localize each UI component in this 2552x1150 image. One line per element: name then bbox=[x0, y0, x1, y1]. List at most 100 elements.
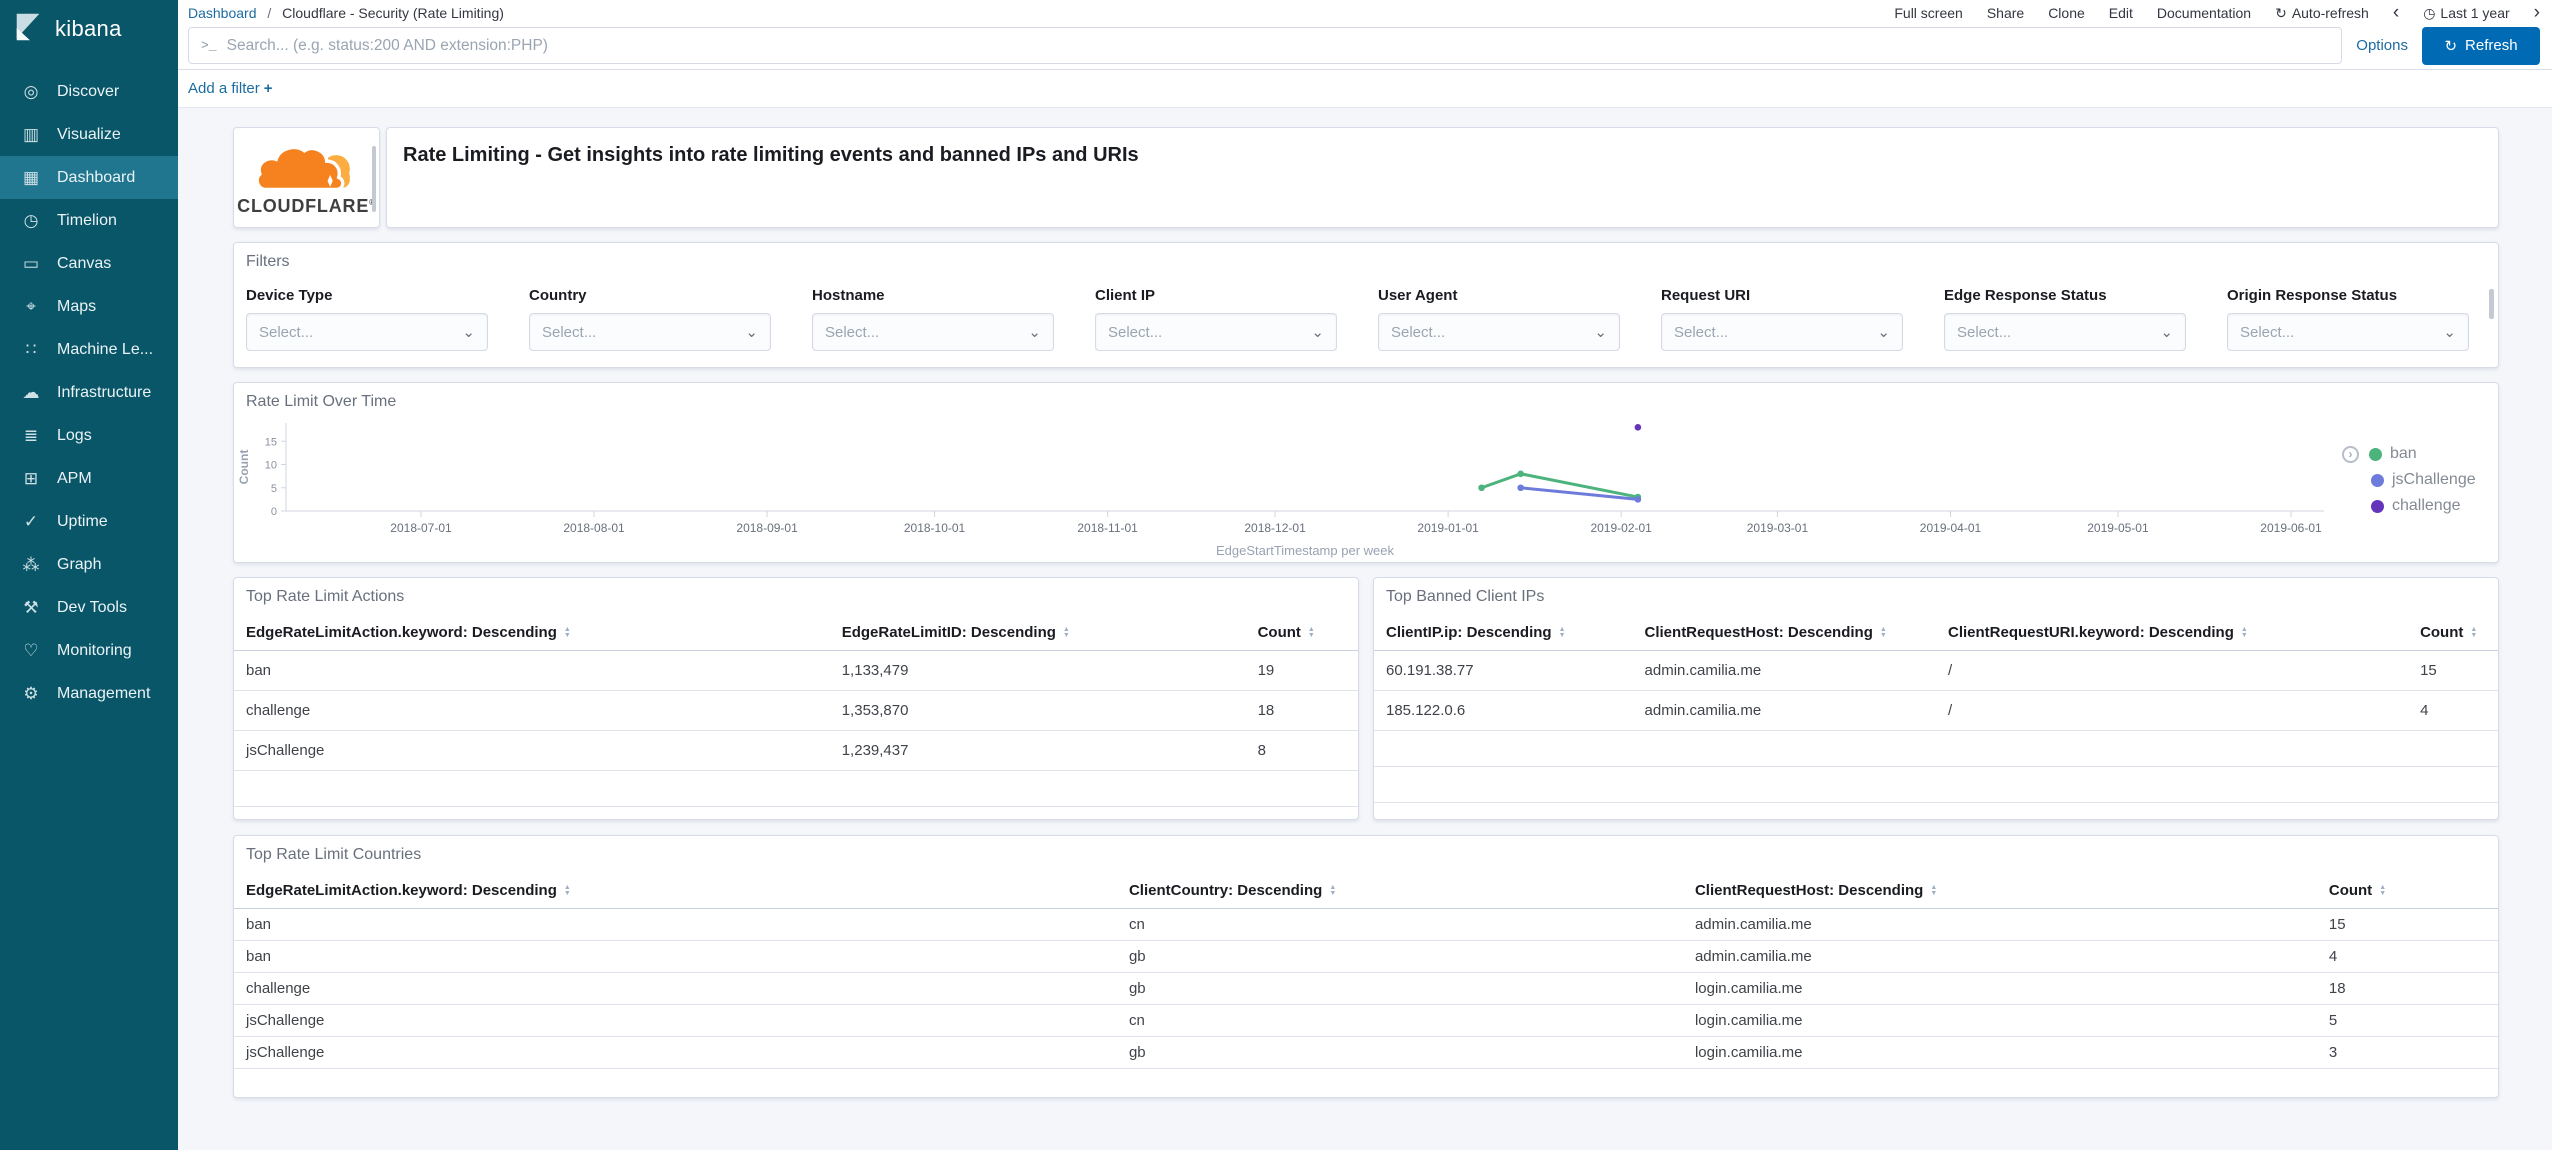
sidebar-item-uptime[interactable]: ✓ Uptime bbox=[0, 500, 178, 543]
filter-select-user-agent[interactable]: Select... ⌄ bbox=[1378, 313, 1620, 351]
column-header-clientcountry-descending[interactable]: ClientCountry: Descending ▲ ▼ bbox=[1116, 870, 1683, 909]
dashboard-title-panel: Rate Limiting - Get insights into rate l… bbox=[386, 127, 2499, 228]
menu-clone[interactable]: Clone bbox=[2048, 5, 2085, 21]
filter-select-edge-response-status[interactable]: Select... ⌄ bbox=[1944, 313, 2186, 351]
rate-limit-chart-panel: Rate Limit Over Time 0 5 10 15 2018-07-01 201… bbox=[233, 382, 2499, 563]
column-header-edgeratelimitaction-keyword-descending[interactable]: EdgeRateLimitAction.keyword: Descending ▲… bbox=[234, 612, 830, 651]
sidebar-item-infrastructure[interactable]: ☁ Infrastructure bbox=[0, 371, 178, 414]
filters-panel-title: Filters bbox=[246, 253, 290, 270]
sidebar-item-canvas[interactable]: ▭ Canvas bbox=[0, 242, 178, 285]
column-header-count[interactable]: Count ▲ ▼ bbox=[2408, 612, 2498, 651]
table-cell: 1,239,437 bbox=[829, 730, 1246, 771]
sidebar-item-timelion[interactable]: ◷ Timelion bbox=[0, 199, 178, 242]
sidebar-item-apm[interactable]: ⊞ APM bbox=[0, 457, 178, 500]
breadcrumb-dashboard-link[interactable]: Dashboard bbox=[188, 5, 257, 21]
svg-text:2018-07-01: 2018-07-01 bbox=[390, 521, 452, 535]
sidebar-item-discover[interactable]: ◎ Discover bbox=[0, 70, 178, 113]
add-filter-link[interactable]: Add a filter + bbox=[188, 80, 272, 97]
table-cell: 19 bbox=[1245, 650, 1358, 691]
chart-legend: › ban jsChallenge challenge bbox=[2342, 441, 2476, 519]
svg-text:2018-08-01: 2018-08-01 bbox=[563, 521, 625, 535]
sidebar-item-maps[interactable]: ⌖ Maps bbox=[0, 285, 178, 328]
svg-text:2019-06-01: 2019-06-01 bbox=[2260, 521, 2322, 535]
sidebar-item-graph[interactable]: ⁂ Graph bbox=[0, 543, 178, 586]
column-header-count[interactable]: Count ▲ ▼ bbox=[2316, 870, 2498, 909]
column-header-count[interactable]: Count ▲ ▼ bbox=[1245, 612, 1358, 651]
table-cell: jsChallenge bbox=[234, 1004, 1117, 1037]
menu-full-screen[interactable]: Full screen bbox=[1894, 5, 1962, 21]
sidebar-item-machine-learning[interactable]: ∷ Machine Le... bbox=[0, 328, 178, 371]
panel-scrollbar[interactable] bbox=[2489, 289, 2494, 319]
sort-icon: ▲ ▼ bbox=[2379, 884, 2387, 898]
column-header-clientrequesturi-keyword-descending[interactable]: ClientRequestURI.keyword: Descending ▲ ▼ bbox=[1935, 612, 2409, 651]
filter-select-client-ip[interactable]: Select... ⌄ bbox=[1095, 313, 1337, 351]
select-placeholder: Select... bbox=[1108, 323, 1163, 341]
legend-item-challenge[interactable]: challenge bbox=[2342, 493, 2476, 519]
svg-text:2018-12-01: 2018-12-01 bbox=[1244, 521, 1306, 535]
time-picker-button[interactable]: ◷ Last 1 year bbox=[2423, 5, 2509, 22]
time-forward-chevron-icon[interactable]: › bbox=[2534, 3, 2540, 22]
sidebar-item-label: Machine Le... bbox=[57, 340, 154, 358]
sidebar-item-monitoring[interactable]: ♡ Monitoring bbox=[0, 629, 178, 672]
column-header-clientrequesthost-descending[interactable]: ClientRequestHost: Descending ▲ ▼ bbox=[1682, 870, 2317, 909]
legend-item-ban[interactable]: › ban bbox=[2342, 441, 2476, 467]
sidebar-item-visualize[interactable]: ▥ Visualize bbox=[0, 113, 178, 156]
filter-select-origin-response-status[interactable]: Select... ⌄ bbox=[2227, 313, 2469, 351]
table-row: 185.122.0.6 admin.camilia.me/4 bbox=[1374, 690, 2498, 731]
table-cell: cn bbox=[1116, 1004, 1683, 1037]
column-header-edgeratelimitid-descending[interactable]: EdgeRateLimitID: Descending ▲ ▼ bbox=[829, 612, 1246, 651]
sidebar-item-management[interactable]: ⚙ Management bbox=[0, 672, 178, 715]
filter-select-device-type[interactable]: Select... ⌄ bbox=[246, 313, 488, 351]
apm-traces-icon: ⊞ bbox=[23, 468, 39, 488]
log-scroll-icon: ≣ bbox=[23, 425, 39, 445]
sidebar-item-dashboard[interactable]: ▦ Dashboard bbox=[0, 156, 178, 199]
sidebar-item-logs[interactable]: ≣ Logs bbox=[0, 414, 178, 457]
menu-documentation[interactable]: Documentation bbox=[2157, 5, 2251, 21]
dashboard-content: CLOUDFLARE® Rate Limiting - Get insights… bbox=[178, 108, 2552, 1150]
filter-select-hostname[interactable]: Select... ⌄ bbox=[812, 313, 1054, 351]
filter-select-request-uri[interactable]: Select... ⌄ bbox=[1661, 313, 1903, 351]
filter-label: User Agent bbox=[1378, 287, 1458, 304]
filter-select-country[interactable]: Select... ⌄ bbox=[529, 313, 771, 351]
table-cell: 1,133,479 bbox=[829, 650, 1246, 691]
table-cell: jsChallenge bbox=[234, 1036, 1117, 1069]
sidebar-item-label: Timelion bbox=[57, 211, 117, 229]
legend-item-jschallenge[interactable]: jsChallenge bbox=[2342, 467, 2476, 493]
sidebar-nav: ◎ Discover ▥ Visualize ▦ Dashboard ◷ Timelion ▭ C… bbox=[0, 58, 178, 715]
column-header-edgeratelimitaction-keyword-descending[interactable]: EdgeRateLimitAction.keyword: Descending ▲… bbox=[234, 870, 1117, 909]
legend-color-dot bbox=[2371, 473, 2384, 487]
legend-color-dot bbox=[2369, 447, 2382, 461]
heartbeat-icon: ♡ bbox=[23, 640, 39, 660]
filter-label: Origin Response Status bbox=[2227, 287, 2398, 304]
svg-text:2019-01-01: 2019-01-01 bbox=[1417, 521, 1479, 535]
select-placeholder: Select... bbox=[1674, 323, 1729, 341]
compass-icon: ◎ bbox=[23, 81, 39, 101]
refresh-button[interactable]: ↻ Refresh bbox=[2422, 26, 2540, 65]
column-header-clientip-ip-descending[interactable]: ClientIP.ip: Descending ▲ ▼ bbox=[1374, 612, 1633, 651]
menu-share[interactable]: Share bbox=[1987, 5, 2024, 21]
search-box[interactable]: >_ bbox=[188, 27, 2343, 64]
search-input[interactable] bbox=[226, 36, 2330, 55]
topbar: Dashboard / Cloudflare - Security (Rate … bbox=[178, 0, 2552, 22]
legend-collapse-icon[interactable]: › bbox=[2342, 445, 2359, 463]
top-menu: Full screen Share Clone Edit Documentation ↻… bbox=[1894, 3, 2540, 22]
filter-label: Hostname bbox=[812, 287, 885, 304]
empty-table-row bbox=[1374, 730, 2498, 767]
column-header-clientrequesthost-descending[interactable]: ClientRequestHost: Descending ▲ ▼ bbox=[1632, 612, 1936, 651]
panel-title: Top Rate Limit Actions bbox=[246, 588, 405, 605]
table-cell: 1,353,870 bbox=[829, 690, 1246, 731]
legend-label: challenge bbox=[2392, 497, 2461, 514]
kibana-logo-block[interactable]: kibana bbox=[0, 0, 178, 58]
panel-scrollbar[interactable] bbox=[372, 146, 376, 212]
filter-label: Device Type bbox=[246, 287, 333, 304]
legend-label: ban bbox=[2390, 445, 2417, 462]
auto-refresh-button[interactable]: ↻ Auto-refresh bbox=[2275, 5, 2369, 22]
sort-icon: ▲ ▼ bbox=[1307, 626, 1315, 640]
time-back-chevron-icon[interactable]: ‹ bbox=[2393, 3, 2399, 22]
options-link[interactable]: Options bbox=[2356, 37, 2408, 54]
sort-icon: ▲ ▼ bbox=[2470, 626, 2478, 640]
menu-edit[interactable]: Edit bbox=[2109, 5, 2133, 21]
sidebar-item-dev-tools[interactable]: ⚒ Dev Tools bbox=[0, 586, 178, 629]
filter-bar: Add a filter + bbox=[178, 70, 2552, 108]
select-placeholder: Select... bbox=[1957, 323, 2012, 341]
